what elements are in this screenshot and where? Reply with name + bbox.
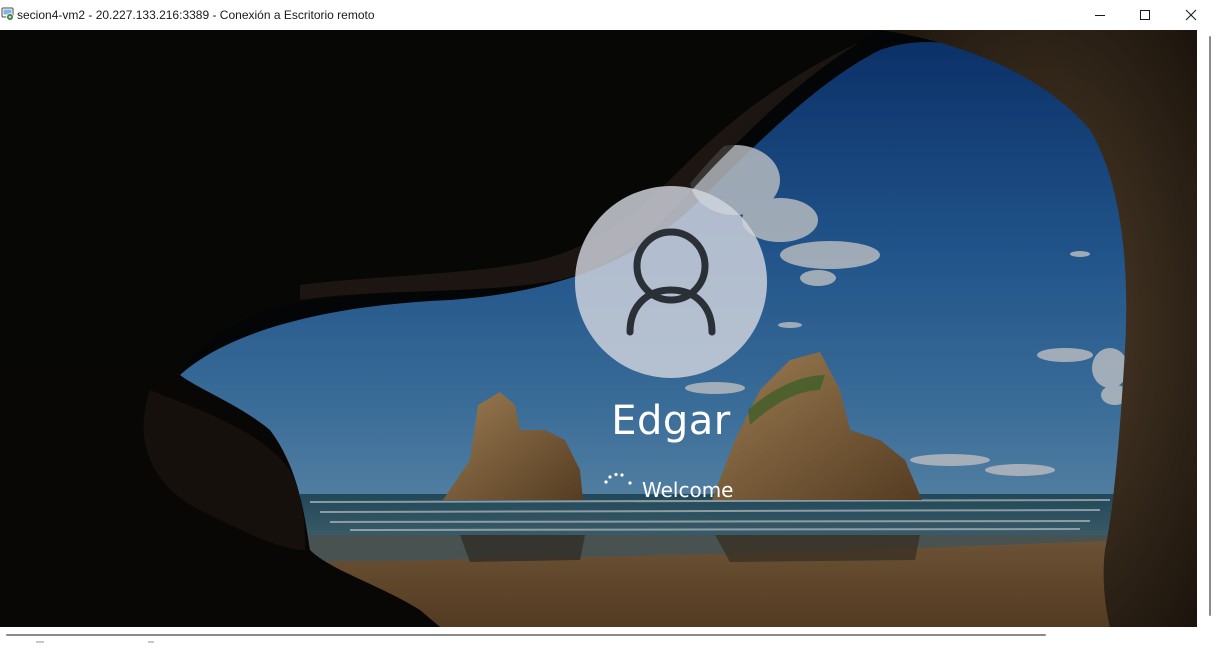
- user-icon: [626, 228, 716, 336]
- vertical-scrollbar-thumb[interactable]: [1209, 36, 1211, 616]
- minimize-icon: [1095, 15, 1105, 16]
- maximize-icon: [1140, 10, 1150, 20]
- minimize-button[interactable]: [1077, 0, 1123, 30]
- scrollbar-track-mark: [148, 641, 154, 643]
- window-title-bar[interactable]: secion4-vm2 - 20.227.133.216:3389 - Cone…: [0, 0, 1216, 30]
- scrollbar-track-mark: [36, 641, 44, 643]
- horizontal-scrollbar-thumb[interactable]: [6, 634, 1046, 636]
- status-text: Welcome: [642, 478, 734, 502]
- close-icon: [1185, 9, 1197, 21]
- loading-spinner-icon: [604, 472, 632, 485]
- account-username: Edgar: [611, 398, 731, 444]
- vertical-scrollbar[interactable]: [1197, 30, 1216, 627]
- window-title: secion4-vm2 - 20.227.133.216:3389 - Cone…: [17, 8, 375, 22]
- remote-desktop-icon: [1, 7, 14, 21]
- user-avatar: [575, 186, 767, 378]
- remote-desktop-viewport[interactable]: Edgar Welcome: [0, 30, 1197, 627]
- horizontal-scrollbar[interactable]: [0, 627, 1216, 645]
- maximize-button[interactable]: [1122, 0, 1168, 30]
- close-button[interactable]: [1168, 0, 1214, 30]
